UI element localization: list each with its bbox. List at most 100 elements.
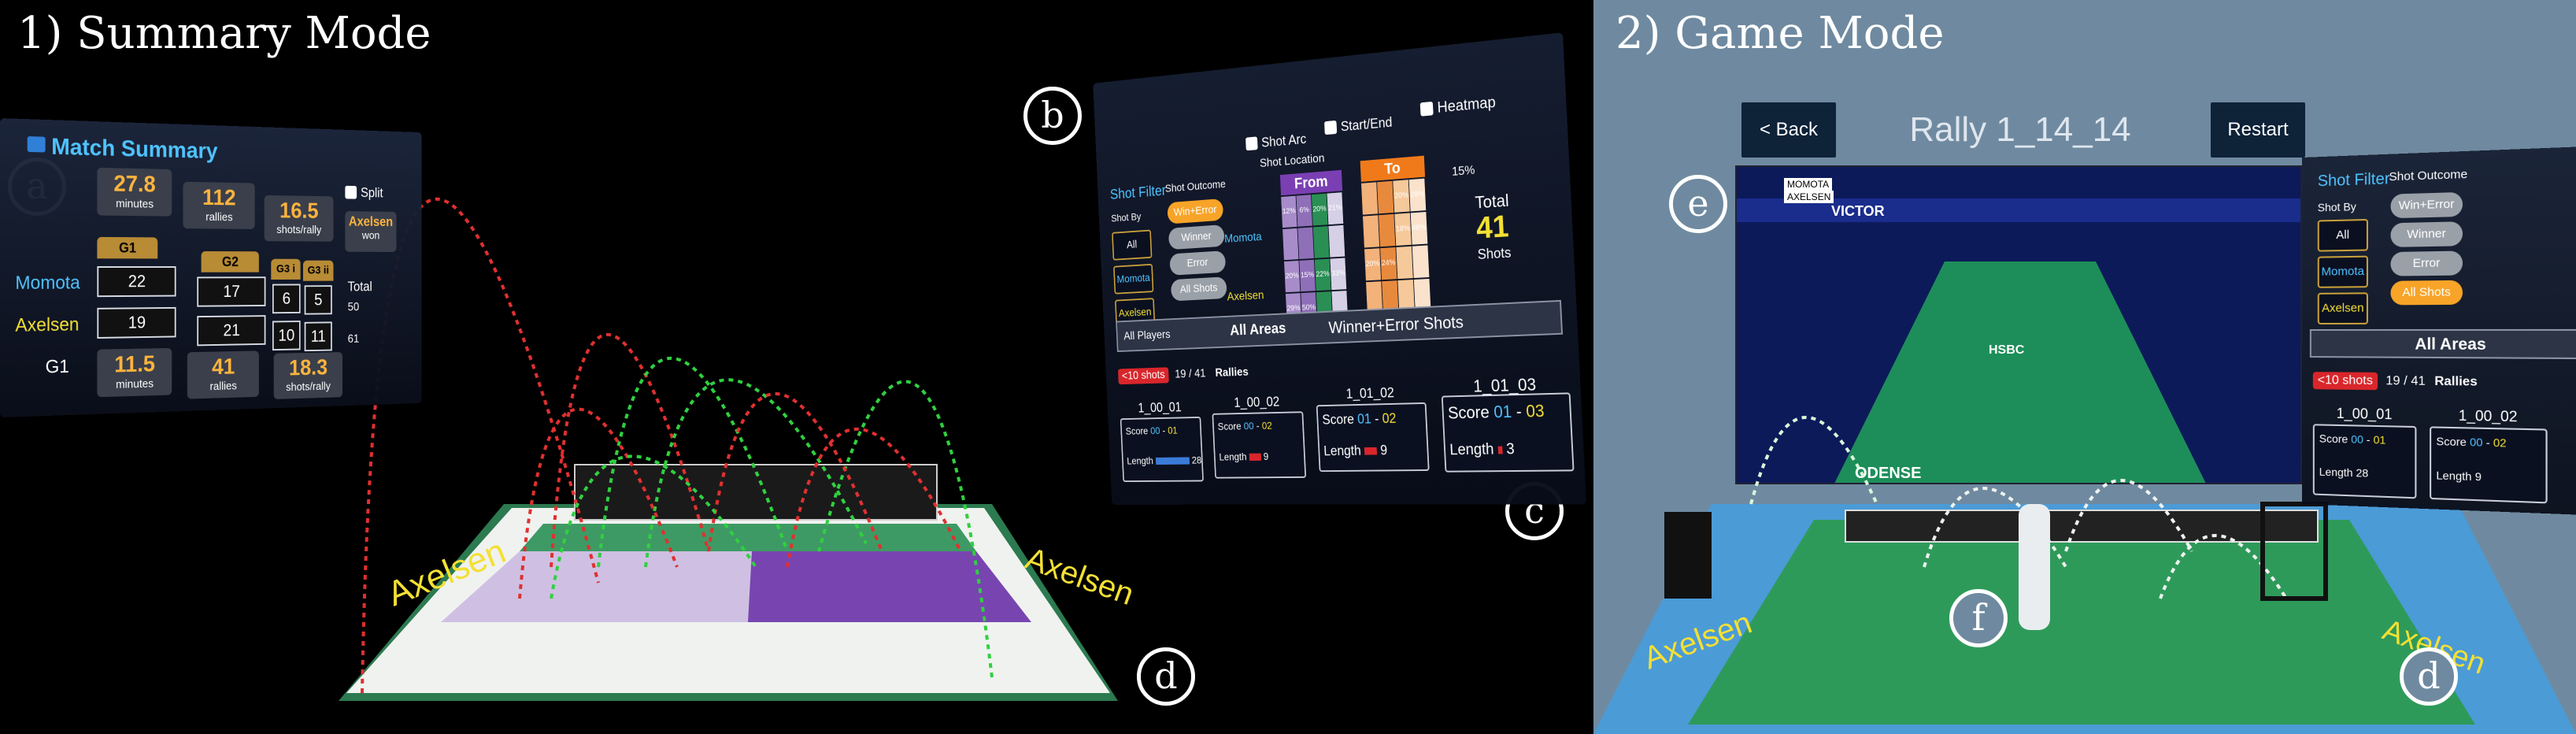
heat-to-header: To	[1360, 155, 1426, 182]
score-cell: 17	[197, 276, 266, 307]
col-g3-ii[interactable]: G3 ii	[303, 260, 334, 281]
scoreboard-stand	[1664, 512, 1712, 599]
heatmap-toggle[interactable]: Heatmap	[1419, 94, 1497, 118]
heat-to-grid: 20% 29% 18% 48% 20% 24%	[1361, 178, 1432, 318]
heatmap-cell[interactable]: 20%	[1311, 193, 1328, 226]
heatmap-cell[interactable]	[1396, 246, 1413, 280]
outcome-winner[interactable]: Winner	[2390, 221, 2463, 247]
rallies-count: 19 / 41	[1174, 367, 1206, 381]
heatmap-cell[interactable]: 20%	[1284, 260, 1301, 293]
shot-by-label: Shot By	[2317, 200, 2356, 214]
rally-card[interactable]: 1_00_01 Score 00 - 01 Length 28	[2312, 406, 2417, 499]
score-cell: 10	[272, 321, 301, 351]
total-momota: 50	[347, 301, 360, 314]
heat-row-momota: Momota	[1223, 230, 1263, 246]
heatmap-cell[interactable]: 20%	[1364, 248, 1382, 281]
shot-arc	[2159, 534, 2288, 600]
start-end-toggle[interactable]: Start/End	[1324, 114, 1393, 136]
heatmap-cell[interactable]	[1328, 224, 1345, 258]
shot-by-momota-button[interactable]: Momota	[2317, 255, 2368, 288]
score-cell: 6	[272, 284, 301, 314]
checkbox-icon	[1245, 136, 1258, 151]
heatmap-cell[interactable]: 22%	[1314, 258, 1331, 291]
heatmap-cell[interactable]: 20%	[1393, 180, 1410, 213]
heatmap-cell[interactable]	[1312, 226, 1330, 258]
heatmap-cell[interactable]: 48%	[1410, 212, 1428, 245]
shot-outcome-label: Shot Outcome	[1164, 177, 1227, 195]
col-g2[interactable]: G2	[201, 251, 259, 272]
shot-location-toggle[interactable]: Shot Location	[1260, 152, 1325, 171]
badge-b: b	[1023, 87, 1082, 145]
total-unit: Shots	[1477, 244, 1512, 262]
outcome-all-shots[interactable]: All Shots	[2390, 280, 2463, 306]
rally-card[interactable]: 1_00_02 Score 00 - 02 Length 9	[1212, 395, 1307, 479]
shot-by-label: Shot By	[1111, 210, 1142, 224]
heatmap-cell[interactable]: 33%	[1330, 258, 1347, 291]
winner-box: Axelsen won	[345, 211, 397, 252]
stat-minutes: 27.8 minutes	[97, 167, 172, 217]
row-momota: Momota	[15, 272, 80, 294]
g1-minutes: 11.5 minutes	[97, 347, 172, 398]
col-total: Total	[347, 279, 372, 295]
heatmap-cell[interactable]: 24%	[1380, 247, 1397, 280]
rally-card[interactable]: 1_01_03 Score 01 - 03 Length 3	[1441, 375, 1575, 473]
match-summary-panel: Match Summary 27.8 minutes 112 rallies 16.…	[0, 118, 422, 417]
shot-count-tag[interactable]: <10 shots	[2312, 372, 2378, 391]
bar-areas: All Areas	[2415, 335, 2486, 354]
outcome-error[interactable]: Error	[1169, 250, 1227, 276]
rallies-count: 19 / 41	[2385, 374, 2426, 388]
heatmap-cell[interactable]: 18%	[1394, 213, 1412, 247]
length-bar	[1155, 457, 1190, 465]
total-axelsen: 61	[347, 332, 360, 346]
rally-card[interactable]: 1_01_02 Score 01 - 02 Length 9	[1316, 385, 1430, 473]
shot-by-all-button[interactable]: All	[2317, 218, 2368, 252]
bar-shots: Winner+Error Shots	[1328, 312, 1464, 337]
shot-count-tag[interactable]: <10 shots	[1117, 367, 1169, 385]
outcome-winner[interactable]: Winner	[1168, 224, 1225, 250]
shot-arc	[1749, 416, 1878, 505]
game-mode-pane: 2) Game Mode < Back Rally 1_14_14 Restar…	[1593, 0, 2576, 734]
outcome-error[interactable]: Error	[2390, 250, 2463, 276]
heatmap-cell[interactable]: 21%	[1327, 192, 1344, 225]
score-cell: 22	[97, 266, 176, 298]
score-cell: 11	[304, 321, 332, 352]
rally-card[interactable]: 1_00_01 Score 00 - 01 Length 28	[1120, 400, 1204, 483]
checkbox-icon	[1419, 101, 1434, 117]
col-g1[interactable]: G1	[97, 236, 158, 259]
shot-arc-toggle[interactable]: Shot Arc	[1245, 132, 1307, 152]
score-cell: 19	[97, 306, 176, 339]
heat-from-grid: 12% 6% 20% 21% 20% 15% 22% 33% 29% 50%	[1281, 192, 1349, 329]
total-value: 41	[1475, 209, 1510, 246]
score-cell: 5	[304, 285, 332, 315]
col-g3-i[interactable]: G3 i	[271, 258, 301, 280]
length-bar	[1364, 447, 1378, 455]
heatmap-cell[interactable]	[1297, 227, 1314, 260]
g1-rallies: 41 rallies	[187, 350, 259, 399]
heatmap-cell[interactable]	[1412, 245, 1430, 279]
heatmap-cell[interactable]: 29%	[1408, 178, 1427, 212]
heatmap-cell[interactable]: 15%	[1299, 259, 1316, 292]
shot-outcome-label: Shot Outcome	[2389, 167, 2468, 184]
split-toggle[interactable]: Split	[345, 185, 383, 201]
heatmap-cell[interactable]	[1379, 213, 1396, 247]
outcome-win-error[interactable]: Win+Error	[1167, 198, 1224, 224]
outcome-win-error[interactable]: Win+Error	[2390, 191, 2463, 219]
heatmap-cell[interactable]	[1377, 180, 1394, 214]
rally-card[interactable]: 1_00_02 Score 00 - 02 Length 9	[2430, 407, 2548, 504]
checkbox-icon	[345, 185, 357, 199]
heatmap-cell[interactable]: 12%	[1281, 195, 1297, 228]
shot-by-axelsen-button[interactable]: Axelsen	[2317, 292, 2368, 324]
heat-from-header: From	[1279, 169, 1343, 196]
heatmap-cell[interactable]	[1361, 182, 1379, 215]
rallies-label: Rallies	[2434, 374, 2478, 389]
shot-by-momota-button[interactable]: Momota	[1113, 263, 1154, 295]
checkbox-icon	[1324, 120, 1338, 135]
heatmap-cell[interactable]	[1363, 215, 1380, 248]
chart-icon	[27, 136, 46, 153]
shot-filter-side-panel: Shot Filter Shot By All Momota Axelsen S…	[2302, 146, 2576, 516]
outcome-all-shots[interactable]: All Shots	[1170, 276, 1227, 302]
heatmap-cell[interactable]: 6%	[1296, 195, 1312, 227]
bar-players: All Players	[1123, 328, 1171, 343]
heatmap-cell[interactable]	[1282, 228, 1299, 261]
shot-by-all-button[interactable]: All	[1112, 229, 1153, 261]
